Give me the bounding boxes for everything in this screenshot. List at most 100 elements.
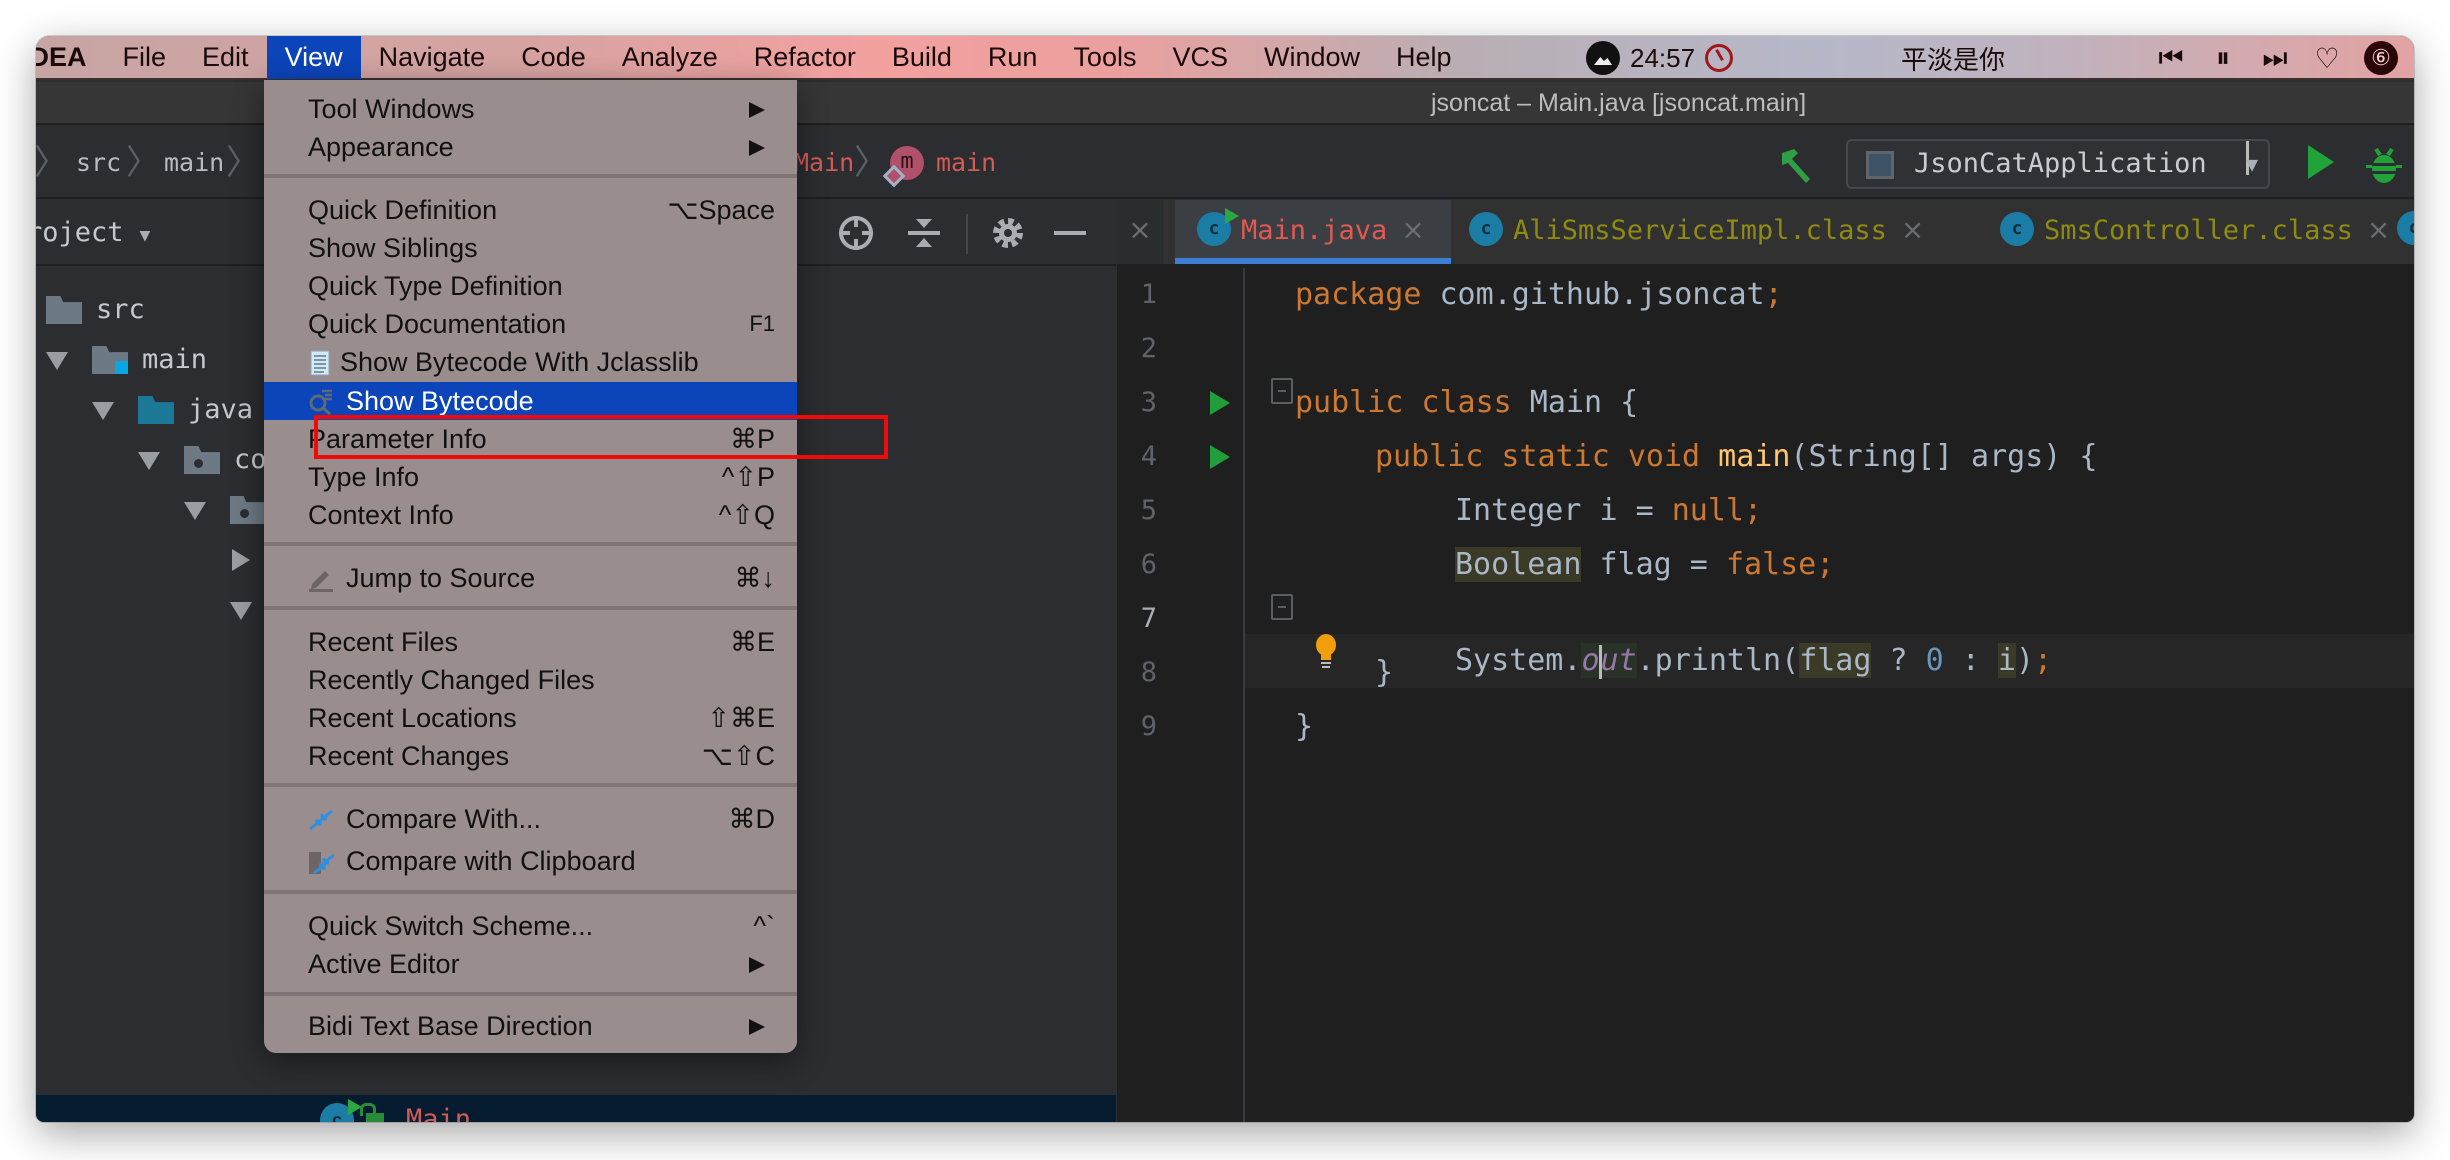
menu-item-active-editor[interactable]: Active Editor: [264, 945, 797, 983]
code-line-1[interactable]: package com.github.jsoncat;: [1295, 268, 1783, 322]
menu-item-context-info[interactable]: Context Info ^⇧Q: [264, 496, 797, 534]
menu-analyze[interactable]: Analyze: [604, 36, 736, 79]
now-playing[interactable]: 平淡是你: [1901, 36, 2005, 80]
expand-arrow-icon[interactable]: [138, 452, 160, 470]
line-number: 3: [1140, 387, 1157, 418]
debug-bug-icon[interactable]: [2366, 145, 2402, 185]
menu-window[interactable]: Window: [1246, 36, 1378, 79]
locate-target-icon[interactable]: [836, 212, 876, 254]
menu-run[interactable]: Run: [970, 36, 1056, 79]
pause-icon[interactable]: ⏸: [2208, 42, 2238, 75]
menu-item-recent-files[interactable]: Recent Files ⌘E: [264, 623, 797, 661]
menu-tools[interactable]: Tools: [1055, 36, 1154, 79]
code-line-5[interactable]: Integer i = null;: [1455, 484, 1762, 538]
menu-item-bidi-text-base-direction[interactable]: Bidi Text Base Direction: [264, 1007, 797, 1045]
close-icon[interactable]: ×: [1117, 200, 1163, 264]
view-menu-dropdown: Tool Windows Appearance Quick Definition…: [264, 80, 797, 1053]
user-avatar-icon[interactable]: [1586, 41, 1620, 75]
editor-gutter: 1 2 3 4 5 6 7 8 9: [1117, 268, 1243, 1122]
editor-tabs: × c Main.java × c AliSmsServiceImpl.class × …: [1117, 200, 2414, 266]
code-line-7[interactable]: System.out.println(flag ? 0 : i);: [1455, 634, 2052, 688]
fold-collapse-icon[interactable]: [1271, 378, 1293, 404]
menu-item-type-info[interactable]: Type Info ^⇧P: [264, 458, 797, 496]
menu-item-appearance[interactable]: Appearance: [264, 128, 797, 166]
menu-item-recent-locations[interactable]: Recent Locations ⇧⌘E: [264, 699, 797, 737]
menu-bar: IDEA File Edit View Navigate Code Analyz…: [36, 36, 2414, 80]
menu-help[interactable]: Help: [1378, 36, 1470, 79]
status-timer[interactable]: 24:57: [1586, 36, 1734, 80]
line-number: 9: [1140, 711, 1157, 742]
application-config-icon: [1866, 151, 1894, 179]
gear-icon[interactable]: [988, 212, 1028, 254]
breadcrumb-separator: 〉: [126, 143, 160, 183]
build-hammer-icon[interactable]: [1776, 145, 1816, 185]
tree-item-main-class[interactable]: c Main: [36, 1095, 1116, 1122]
tab-alismsserviceimpl-class[interactable]: c AliSmsServiceImpl.class ×: [1469, 200, 1924, 264]
menu-item-recently-changed-files[interactable]: Recently Changed Files: [264, 661, 797, 699]
menu-item-tool-windows[interactable]: Tool Windows: [264, 90, 797, 128]
run-configuration-selector[interactable]: JsonCatApplication ▼: [1846, 139, 2270, 189]
menu-build[interactable]: Build: [874, 36, 970, 79]
code-line-8[interactable]: }: [1375, 646, 1393, 700]
run-icon[interactable]: [2308, 145, 2334, 179]
timer-icon[interactable]: [1705, 44, 1734, 72]
breadcrumb-separator: 〉: [854, 143, 888, 183]
menu-code[interactable]: Code: [503, 36, 604, 79]
close-tab-icon[interactable]: ×: [1901, 213, 1924, 246]
menu-item-show-bytecode-jclasslib[interactable]: Show Bytecode With Jclasslib: [264, 343, 797, 381]
window-title: jsoncat – Main.java [jsoncat.main]: [1431, 89, 1807, 117]
heart-icon[interactable]: ♡: [2312, 42, 2342, 75]
submenu-arrow-icon: [749, 957, 765, 973]
close-tab-icon[interactable]: ×: [1401, 213, 1424, 246]
menu-item-compare-with[interactable]: Compare With... ⌘D: [264, 800, 797, 838]
menu-item-quick-switch-scheme[interactable]: Quick Switch Scheme... ^`: [264, 907, 797, 945]
fold-end-icon[interactable]: [1271, 594, 1293, 620]
expand-arrow-icon[interactable]: [92, 402, 114, 420]
netease-music-icon[interactable]: ⑥: [2364, 41, 2398, 75]
menu-item-recent-changes[interactable]: Recent Changes ⌥⇧C: [264, 737, 797, 775]
tab-smscontroller-class[interactable]: c SmsController.class ×: [2000, 200, 2390, 264]
menu-refactor[interactable]: Refactor: [736, 36, 874, 79]
code-line-6[interactable]: Boolean flag = false;: [1455, 538, 1834, 592]
next-track-icon[interactable]: ⏭: [2260, 42, 2290, 75]
submenu-arrow-icon: [749, 102, 765, 118]
chevron-down-icon: ▼: [139, 225, 151, 246]
code-line-4[interactable]: public static void main(String[] args) {: [1375, 430, 2097, 484]
app-menu[interactable]: IDEA: [36, 42, 105, 73]
code-line-9[interactable]: }: [1295, 700, 1313, 754]
tab-main-java[interactable]: c Main.java ×: [1175, 200, 1451, 264]
hide-minimize-icon[interactable]: [1054, 231, 1086, 235]
breadcrumb-class-main[interactable]: Main: [794, 127, 854, 199]
run-class-gutter-icon[interactable]: [1210, 391, 1230, 415]
run-method-gutter-icon[interactable]: [1210, 445, 1230, 469]
previous-track-icon[interactable]: ⏮: [2156, 42, 2186, 75]
menu-item-show-siblings[interactable]: Show Siblings: [264, 229, 797, 267]
menu-item-quick-definition[interactable]: Quick Definition ⌥Space: [264, 191, 797, 229]
expand-arrow-icon[interactable]: [230, 602, 252, 620]
menu-navigate[interactable]: Navigate: [361, 36, 504, 79]
collapse-arrow-icon[interactable]: [232, 549, 250, 571]
breadcrumb-main[interactable]: main: [164, 127, 224, 199]
menu-item-quick-type-definition[interactable]: Quick Type Definition: [264, 267, 797, 305]
menu-edit[interactable]: Edit: [184, 36, 267, 79]
menu-item-compare-with-clipboard[interactable]: Compare with Clipboard: [264, 842, 797, 880]
expand-arrow-icon[interactable]: [184, 502, 206, 520]
menu-view[interactable]: View: [266, 36, 361, 79]
tab-overflow[interactable]: c: [2397, 200, 2414, 264]
breadcrumb-method-main[interactable]: main: [936, 127, 996, 199]
menu-file[interactable]: File: [105, 36, 185, 79]
editor: × c Main.java × c AliSmsServiceImpl.class × …: [1117, 200, 2414, 1122]
collapse-all-icon[interactable]: [904, 212, 944, 254]
menu-item-jump-to-source[interactable]: Jump to Source ⌘↓: [264, 559, 797, 597]
code-line-3[interactable]: public class Main {: [1295, 376, 1638, 430]
menu-item-quick-documentation[interactable]: Quick Documentation F1: [264, 305, 797, 343]
expand-arrow-icon[interactable]: [46, 352, 68, 370]
close-tab-icon[interactable]: ×: [2367, 213, 2390, 246]
project-view-selector[interactable]: roject ▼: [36, 200, 150, 269]
submenu-arrow-icon: [749, 1019, 765, 1035]
menu-vcs[interactable]: VCS: [1154, 36, 1246, 79]
ide-window: IDEA File Edit View Navigate Code Analyz…: [36, 36, 2414, 1122]
intention-bulb-icon[interactable]: [1314, 634, 1338, 670]
breadcrumb-src[interactable]: src: [76, 127, 121, 199]
runnable-class-icon: c: [1197, 207, 1239, 246]
